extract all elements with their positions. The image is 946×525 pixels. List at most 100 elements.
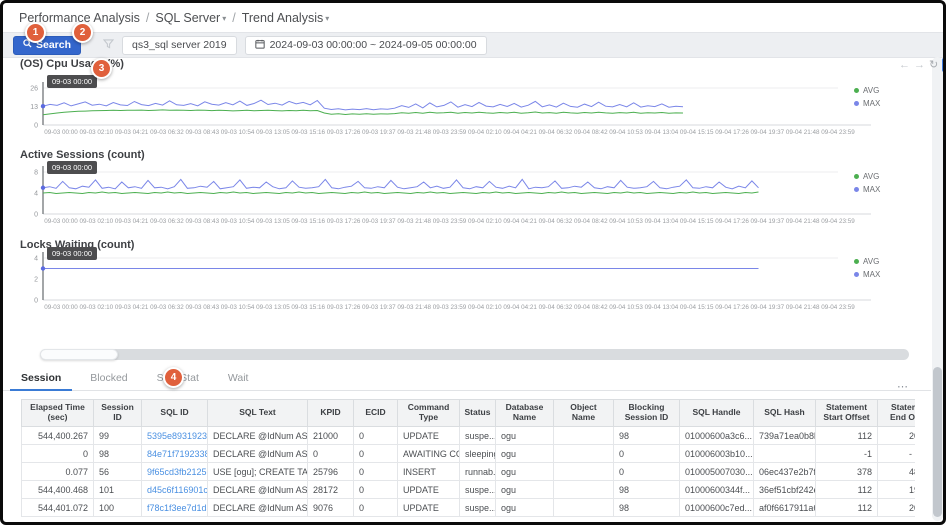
y-tick-label: 8: [34, 170, 38, 177]
sql-id-link[interactable]: 5395e8931923c6...: [142, 427, 208, 445]
annotation-badge-4: 4: [163, 367, 184, 388]
horizontal-scrollbar[interactable]: [40, 349, 909, 360]
x-tick-label: 09-04 06:32: [539, 304, 573, 311]
y-tick-label: 0: [34, 298, 38, 305]
chart-next-icon[interactable]: →: [914, 59, 925, 72]
table-cell: 544,400.267: [22, 427, 94, 445]
sql-id-link[interactable]: 84e71f71923383...: [142, 445, 208, 463]
x-tick-label: 09-03 02:10: [80, 218, 114, 225]
cpu-usage-plot[interactable]: 0132609-03 00:0009-03 02:1009-03 04:2109…: [3, 57, 946, 149]
column-header[interactable]: SQL Text: [208, 400, 308, 427]
breadcrumb-item[interactable]: Trend Analysis▾: [242, 11, 330, 25]
date-range-picker[interactable]: 2024-09-03 00:00:00 ~ 2024-09-05 00:00:0…: [245, 36, 487, 55]
locks-waiting-plot[interactable]: 02409-03 00:0009-03 02:1009-03 04:2109-0…: [3, 238, 946, 334]
column-header[interactable]: Elapsed Time (sec): [22, 400, 94, 427]
table-cell: 20: [878, 427, 916, 445]
table-cell: runnab...: [460, 463, 496, 481]
chart-zoom-button[interactable]: [942, 58, 946, 72]
x-tick-label: 09-04 23:59: [821, 129, 855, 136]
column-header[interactable]: SQL Hash: [754, 400, 816, 427]
chart-tooltip: 09-03 00:00: [47, 247, 97, 260]
table-row[interactable]: 544,401.072100f78c1f3ee7d1d54...DECLARE …: [22, 499, 916, 517]
table-cell: suspe...: [460, 481, 496, 499]
table-cell: [554, 427, 614, 445]
table-cell: 98: [614, 499, 680, 517]
x-tick-label: 09-04 04:21: [503, 304, 537, 311]
breadcrumb: Performance Analysis/SQL Server▾/Trend A…: [19, 11, 329, 25]
table-cell: 100: [94, 499, 142, 517]
column-header[interactable]: Blocking Session ID: [614, 400, 680, 427]
vertical-scrollbar[interactable]: [932, 57, 943, 521]
table-cell: 25796: [308, 463, 354, 481]
sql-id-link[interactable]: 9f65cd3fb212562...: [142, 463, 208, 481]
chart-refresh-icon[interactable]: ↻: [929, 59, 938, 72]
annotation-badge-3: 3: [91, 58, 112, 79]
table-cell: 98: [614, 427, 680, 445]
breadcrumb-separator: /: [232, 11, 235, 25]
x-tick-label: 09-03 19:37: [362, 129, 396, 136]
x-tick-label: 09-04 10:53: [609, 129, 643, 136]
x-tick-label: 09-04 19:37: [751, 304, 785, 311]
column-header[interactable]: SQL ID: [142, 400, 208, 427]
column-header[interactable]: KPID: [308, 400, 354, 427]
vertical-scrollbar-thumb[interactable]: [933, 367, 942, 517]
table-cell: 0: [614, 463, 680, 481]
table-cell: 010006003b10...: [680, 445, 754, 463]
chevron-down-icon: ▾: [222, 14, 226, 23]
breadcrumb-item[interactable]: SQL Server▾: [155, 11, 226, 25]
table-options-icon[interactable]: ⋯: [897, 380, 909, 393]
table-cell: 378: [816, 463, 878, 481]
search-button[interactable]: Search: [13, 36, 81, 55]
chart-prev-icon[interactable]: ←: [899, 59, 910, 72]
x-tick-label: 09-03 15:16: [291, 129, 325, 136]
x-tick-label: 09-04 15:15: [680, 304, 714, 311]
tab-session[interactable]: Session: [10, 365, 72, 390]
x-tick-label: 09-04 21:48: [786, 218, 820, 225]
column-header[interactable]: SQL Handle: [680, 400, 754, 427]
table-row[interactable]: 544,400.267995395e8931923c6...DECLARE @I…: [22, 427, 916, 445]
active-sessions-plot[interactable]: 04809-03 00:0009-03 02:1009-03 04:2109-0…: [3, 148, 946, 242]
column-header[interactable]: ECID: [354, 400, 398, 427]
x-tick-label: 09-03 13:05: [256, 129, 290, 136]
column-header[interactable]: Session ID: [94, 400, 142, 427]
x-tick-label: 09-03 04:21: [115, 218, 149, 225]
table-cell: UPDATE: [398, 499, 460, 517]
column-header[interactable]: Database Name: [496, 400, 554, 427]
table-cell: 739a71ea0b8b...: [754, 427, 816, 445]
table-cell: AWAITING COM...: [398, 445, 460, 463]
server-selector-value: qs3_sql server 2019: [132, 39, 227, 51]
x-tick-label: 09-04 10:53: [609, 218, 643, 225]
table-cell: 36ef51cbf242e...: [754, 481, 816, 499]
column-header[interactable]: Status: [460, 400, 496, 427]
x-tick-label: 09-03 23:59: [433, 304, 467, 311]
table-row[interactable]: 09884e71f71923383...DECLARE @IdNum AS IN…: [22, 445, 916, 463]
table-cell: 101: [94, 481, 142, 499]
date-range-value: 2024-09-03 00:00:00 ~ 2024-09-05 00:00:0…: [270, 39, 477, 51]
breadcrumb-separator: /: [146, 11, 149, 25]
sql-id-link[interactable]: f78c1f3ee7d1d54...: [142, 499, 208, 517]
first-point-dot: [41, 104, 45, 108]
table-row[interactable]: 0.077569f65cd3fb212562...USE [ogu]; CREA…: [22, 463, 916, 481]
table-cell: suspe...: [460, 499, 496, 517]
server-selector[interactable]: qs3_sql server 2019: [122, 36, 237, 55]
sql-id-link[interactable]: d45c6f116901cef...: [142, 481, 208, 499]
x-tick-label: 09-03 06:32: [150, 129, 184, 136]
x-tick-label: 09-03 04:21: [115, 129, 149, 136]
column-header[interactable]: Command Type: [398, 400, 460, 427]
tab-wait[interactable]: Wait: [217, 365, 260, 390]
column-header[interactable]: Object Name: [554, 400, 614, 427]
column-header[interactable]: Statement Start Offset: [816, 400, 878, 427]
x-tick-label: 09-03 17:26: [327, 218, 361, 225]
filter-icon[interactable]: [103, 36, 114, 54]
table-cell: DECLARE @IdNum AS INT SE...: [208, 445, 308, 463]
table-cell: 010005007030...: [680, 463, 754, 481]
table-cell: 0: [354, 445, 398, 463]
tab-blocked[interactable]: Blocked: [79, 365, 138, 390]
table-cell: [554, 445, 614, 463]
table-row[interactable]: 544,400.468101d45c6f116901cef...DECLARE …: [22, 481, 916, 499]
column-header[interactable]: Statement End Offset: [878, 400, 916, 427]
x-tick-label: 09-03 10:54: [221, 218, 255, 225]
chevron-down-icon: ▾: [325, 14, 329, 23]
x-tick-label: 09-03 08:43: [185, 218, 219, 225]
horizontal-scrollbar-thumb[interactable]: [40, 349, 118, 360]
